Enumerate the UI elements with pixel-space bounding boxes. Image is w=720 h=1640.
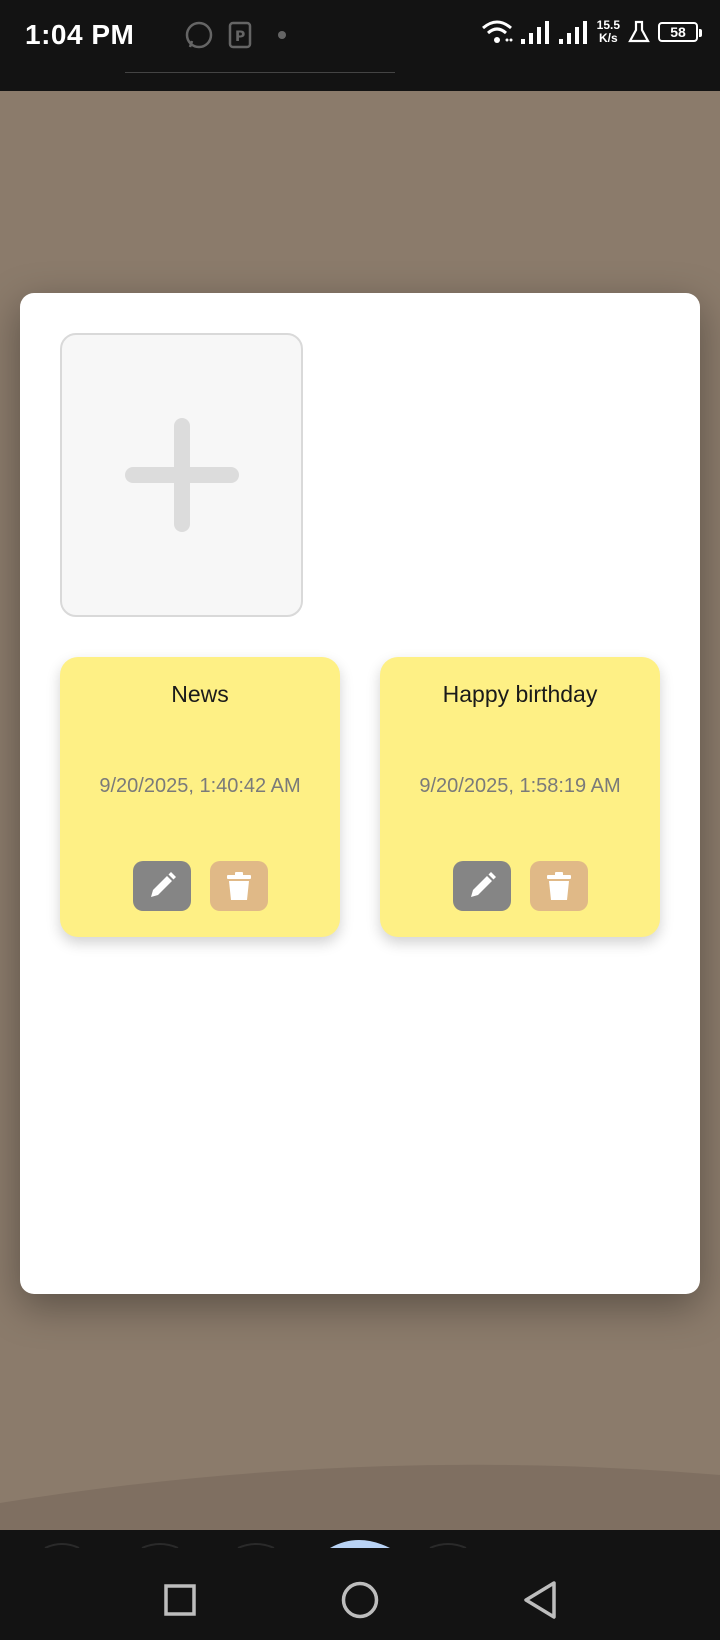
note-card[interactable]: Happy birthday 9/20/2025, 1:58:19 AM — [380, 657, 660, 937]
recents-button[interactable] — [150, 1570, 210, 1630]
status-time: 1:04 PM — [25, 19, 135, 50]
lab-icon — [628, 20, 650, 43]
pencil-icon — [470, 872, 496, 897]
signal-icon — [558, 21, 587, 44]
note-title: Happy birthday — [442, 681, 598, 707]
status-right: 15.5 K/s 58 — [481, 18, 702, 46]
signal-icon — [520, 21, 549, 44]
note-date: 9/20/2025, 1:40:42 AM — [99, 775, 301, 797]
app-bottom-peek — [44, 1540, 467, 1548]
note-card[interactable]: News 9/20/2025, 1:40:42 AM — [60, 657, 340, 937]
notification-icons: P — [184, 20, 292, 50]
network-speed-unit: K/s — [598, 31, 618, 45]
whatsapp-icon — [185, 21, 213, 49]
trash-icon — [546, 872, 571, 900]
recents-icon — [164, 1584, 196, 1616]
note-date: 9/20/2025, 1:58:19 AM — [419, 775, 621, 797]
note-actions — [380, 861, 660, 911]
back-icon — [524, 1581, 556, 1619]
note-title: News — [171, 681, 229, 707]
battery-icon: 58 — [658, 22, 702, 42]
notes-modal: News 9/20/2025, 1:40:42 AM Happy birthda… — [20, 293, 700, 1294]
note-actions — [60, 861, 340, 911]
edit-button[interactable] — [452, 861, 511, 911]
dot-icon — [278, 31, 286, 39]
plus-icon — [124, 418, 239, 532]
home-button[interactable] — [330, 1570, 390, 1630]
delete-button[interactable] — [529, 861, 588, 911]
status-bar: 1:04 PM P 15.5 K/s 58 — [0, 0, 720, 91]
delete-button[interactable] — [209, 861, 268, 911]
navigation-bar — [0, 1530, 720, 1640]
back-button[interactable] — [510, 1570, 570, 1630]
network-speed: 15.5 K/s — [597, 19, 620, 45]
wifi-icon — [481, 20, 513, 43]
background-curve — [0, 1464, 720, 1535]
status-divider — [125, 72, 395, 73]
pencil-icon — [150, 872, 176, 897]
svg-text:P: P — [235, 29, 245, 45]
app-icon: P — [228, 21, 252, 49]
battery-level: 58 — [670, 24, 686, 40]
trash-icon — [226, 872, 251, 900]
edit-button[interactable] — [132, 861, 191, 911]
home-icon — [341, 1581, 379, 1619]
add-note-button[interactable] — [60, 333, 303, 617]
